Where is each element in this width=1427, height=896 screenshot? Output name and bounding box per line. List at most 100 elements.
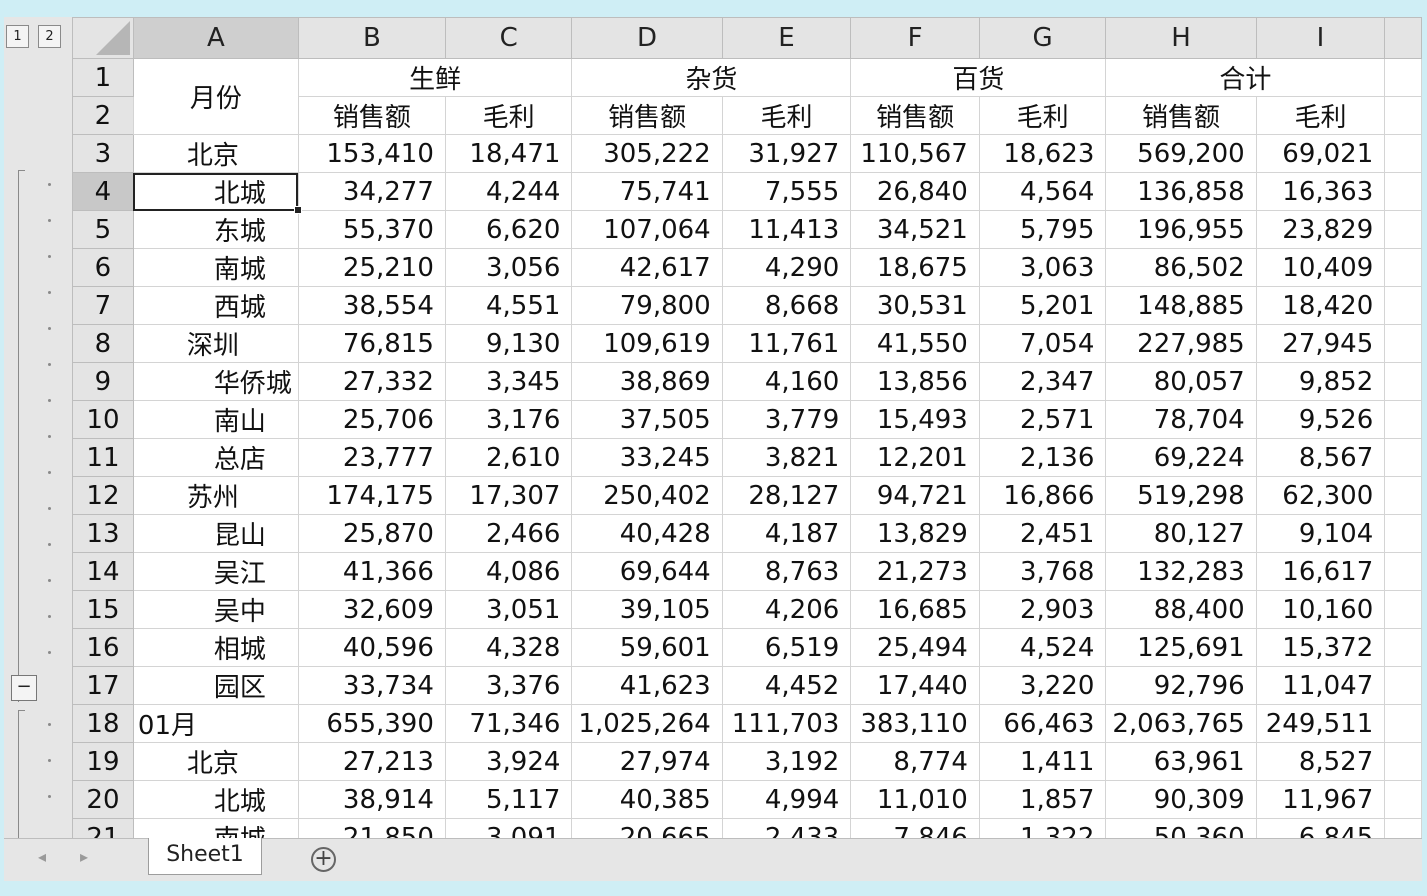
value-cell[interactable]: 33,245 (571, 438, 723, 477)
value-cell[interactable]: 62,300 (1255, 476, 1386, 515)
value-cell[interactable]: 40,385 (571, 780, 723, 819)
value-cell[interactable]: 41,366 (297, 552, 446, 591)
value-cell[interactable]: 4,564 (978, 172, 1107, 211)
value-cell[interactable]: 5,795 (978, 210, 1107, 249)
value-cell[interactable]: 17,440 (850, 666, 980, 705)
value-cell[interactable]: 78,704 (1105, 400, 1257, 439)
label-cell[interactable]: 南山 (132, 400, 299, 439)
label-cell[interactable]: 昆山 (132, 514, 299, 553)
value-cell[interactable]: 37,505 (571, 400, 723, 439)
value-cell[interactable]: 88,400 (1105, 590, 1257, 629)
row-header-2[interactable]: 2 (72, 96, 134, 135)
row-header-17[interactable]: 17 (72, 666, 134, 705)
value-cell[interactable]: 30,531 (850, 286, 980, 325)
value-cell[interactable]: 4,524 (978, 628, 1107, 667)
value-cell[interactable]: 75,741 (571, 172, 723, 211)
value-cell[interactable]: 69,224 (1105, 438, 1257, 477)
profit-header-cell[interactable]: 毛利 (978, 96, 1107, 135)
value-cell[interactable]: 7,846 (850, 818, 980, 838)
value-cell[interactable]: 3,376 (444, 666, 573, 705)
cell[interactable] (1384, 400, 1422, 439)
prev-sheet-arrow-icon[interactable]: ◂ (38, 847, 46, 866)
column-header-h[interactable]: H (1105, 17, 1257, 59)
label-cell[interactable]: 吴中 (132, 590, 299, 629)
value-cell[interactable]: 153,410 (297, 134, 446, 173)
value-cell[interactable]: 2,610 (444, 438, 573, 477)
value-cell[interactable]: 9,130 (444, 324, 573, 363)
value-cell[interactable]: 250,402 (571, 476, 723, 515)
group-header-general[interactable]: 百货 (850, 58, 1107, 97)
value-cell[interactable]: 25,870 (297, 514, 446, 553)
value-cell[interactable]: 11,047 (1255, 666, 1386, 705)
value-cell[interactable]: 3,063 (978, 248, 1107, 287)
column-header-c[interactable]: C (444, 17, 573, 59)
value-cell[interactable]: 9,104 (1255, 514, 1386, 553)
value-cell[interactable]: 2,347 (978, 362, 1107, 401)
value-cell[interactable]: 111,703 (721, 704, 852, 743)
column-header-d[interactable]: D (571, 17, 723, 59)
label-cell[interactable]: 东城 (132, 210, 299, 249)
value-cell[interactable]: 16,866 (978, 476, 1107, 515)
value-cell[interactable]: 11,010 (850, 780, 980, 819)
cell[interactable] (1384, 666, 1422, 705)
value-cell[interactable]: 2,571 (978, 400, 1107, 439)
value-cell[interactable]: 23,777 (297, 438, 446, 477)
value-cell[interactable]: 69,644 (571, 552, 723, 591)
value-cell[interactable]: 16,617 (1255, 552, 1386, 591)
row-header-1[interactable]: 1 (72, 58, 134, 97)
value-cell[interactable]: 79,800 (571, 286, 723, 325)
value-cell[interactable]: 3,176 (444, 400, 573, 439)
value-cell[interactable]: 3,345 (444, 362, 573, 401)
profit-header-cell[interactable]: 毛利 (444, 96, 573, 135)
value-cell[interactable]: 40,596 (297, 628, 446, 667)
label-cell[interactable]: 吴江 (132, 552, 299, 591)
value-cell[interactable]: 18,623 (978, 134, 1107, 173)
value-cell[interactable]: 3,779 (721, 400, 852, 439)
value-cell[interactable]: 9,852 (1255, 362, 1386, 401)
column-header-a[interactable]: A (132, 17, 299, 59)
label-cell[interactable]: 北京 (132, 742, 299, 781)
value-cell[interactable]: 174,175 (297, 476, 446, 515)
value-cell[interactable]: 1,857 (978, 780, 1107, 819)
value-cell[interactable]: 59,601 (571, 628, 723, 667)
value-cell[interactable]: 4,994 (721, 780, 852, 819)
sales-header-cell[interactable]: 销售额 (571, 96, 723, 135)
value-cell[interactable]: 16,685 (850, 590, 980, 629)
value-cell[interactable]: 107,064 (571, 210, 723, 249)
value-cell[interactable]: 39,105 (571, 590, 723, 629)
label-cell[interactable]: 苏州 (132, 476, 299, 515)
profit-header-cell[interactable]: 毛利 (721, 96, 852, 135)
value-cell[interactable]: 519,298 (1105, 476, 1257, 515)
value-cell[interactable]: 17,307 (444, 476, 573, 515)
value-cell[interactable]: 92,796 (1105, 666, 1257, 705)
value-cell[interactable]: 34,277 (297, 172, 446, 211)
row-header-21[interactable]: 21 (72, 818, 134, 838)
row-header-8[interactable]: 8 (72, 324, 134, 363)
value-cell[interactable]: 76,815 (297, 324, 446, 363)
value-cell[interactable]: 12,201 (850, 438, 980, 477)
value-cell[interactable]: 4,160 (721, 362, 852, 401)
value-cell[interactable]: 6,519 (721, 628, 852, 667)
value-cell[interactable]: 50,360 (1105, 818, 1257, 838)
value-cell[interactable]: 11,967 (1255, 780, 1386, 819)
cell[interactable] (1384, 286, 1422, 325)
label-cell[interactable]: 园区 (132, 666, 299, 705)
sales-header-cell[interactable]: 销售额 (850, 96, 980, 135)
row-header-9[interactable]: 9 (72, 362, 134, 401)
value-cell[interactable]: 28,127 (721, 476, 852, 515)
row-header-18[interactable]: 18 (72, 704, 134, 743)
row-header-7[interactable]: 7 (72, 286, 134, 325)
cell[interactable] (1384, 134, 1422, 173)
value-cell[interactable]: 80,057 (1105, 362, 1257, 401)
value-cell[interactable]: 10,160 (1255, 590, 1386, 629)
value-cell[interactable]: 15,372 (1255, 628, 1386, 667)
cell[interactable] (1384, 476, 1422, 515)
value-cell[interactable]: 15,493 (850, 400, 980, 439)
value-cell[interactable]: 42,617 (571, 248, 723, 287)
value-cell[interactable]: 33,734 (297, 666, 446, 705)
group-header-fresh[interactable]: 生鲜 (297, 58, 573, 97)
value-cell[interactable]: 13,829 (850, 514, 980, 553)
label-cell[interactable]: 总店 (132, 438, 299, 477)
value-cell[interactable]: 3,091 (444, 818, 573, 838)
value-cell[interactable]: 11,413 (721, 210, 852, 249)
